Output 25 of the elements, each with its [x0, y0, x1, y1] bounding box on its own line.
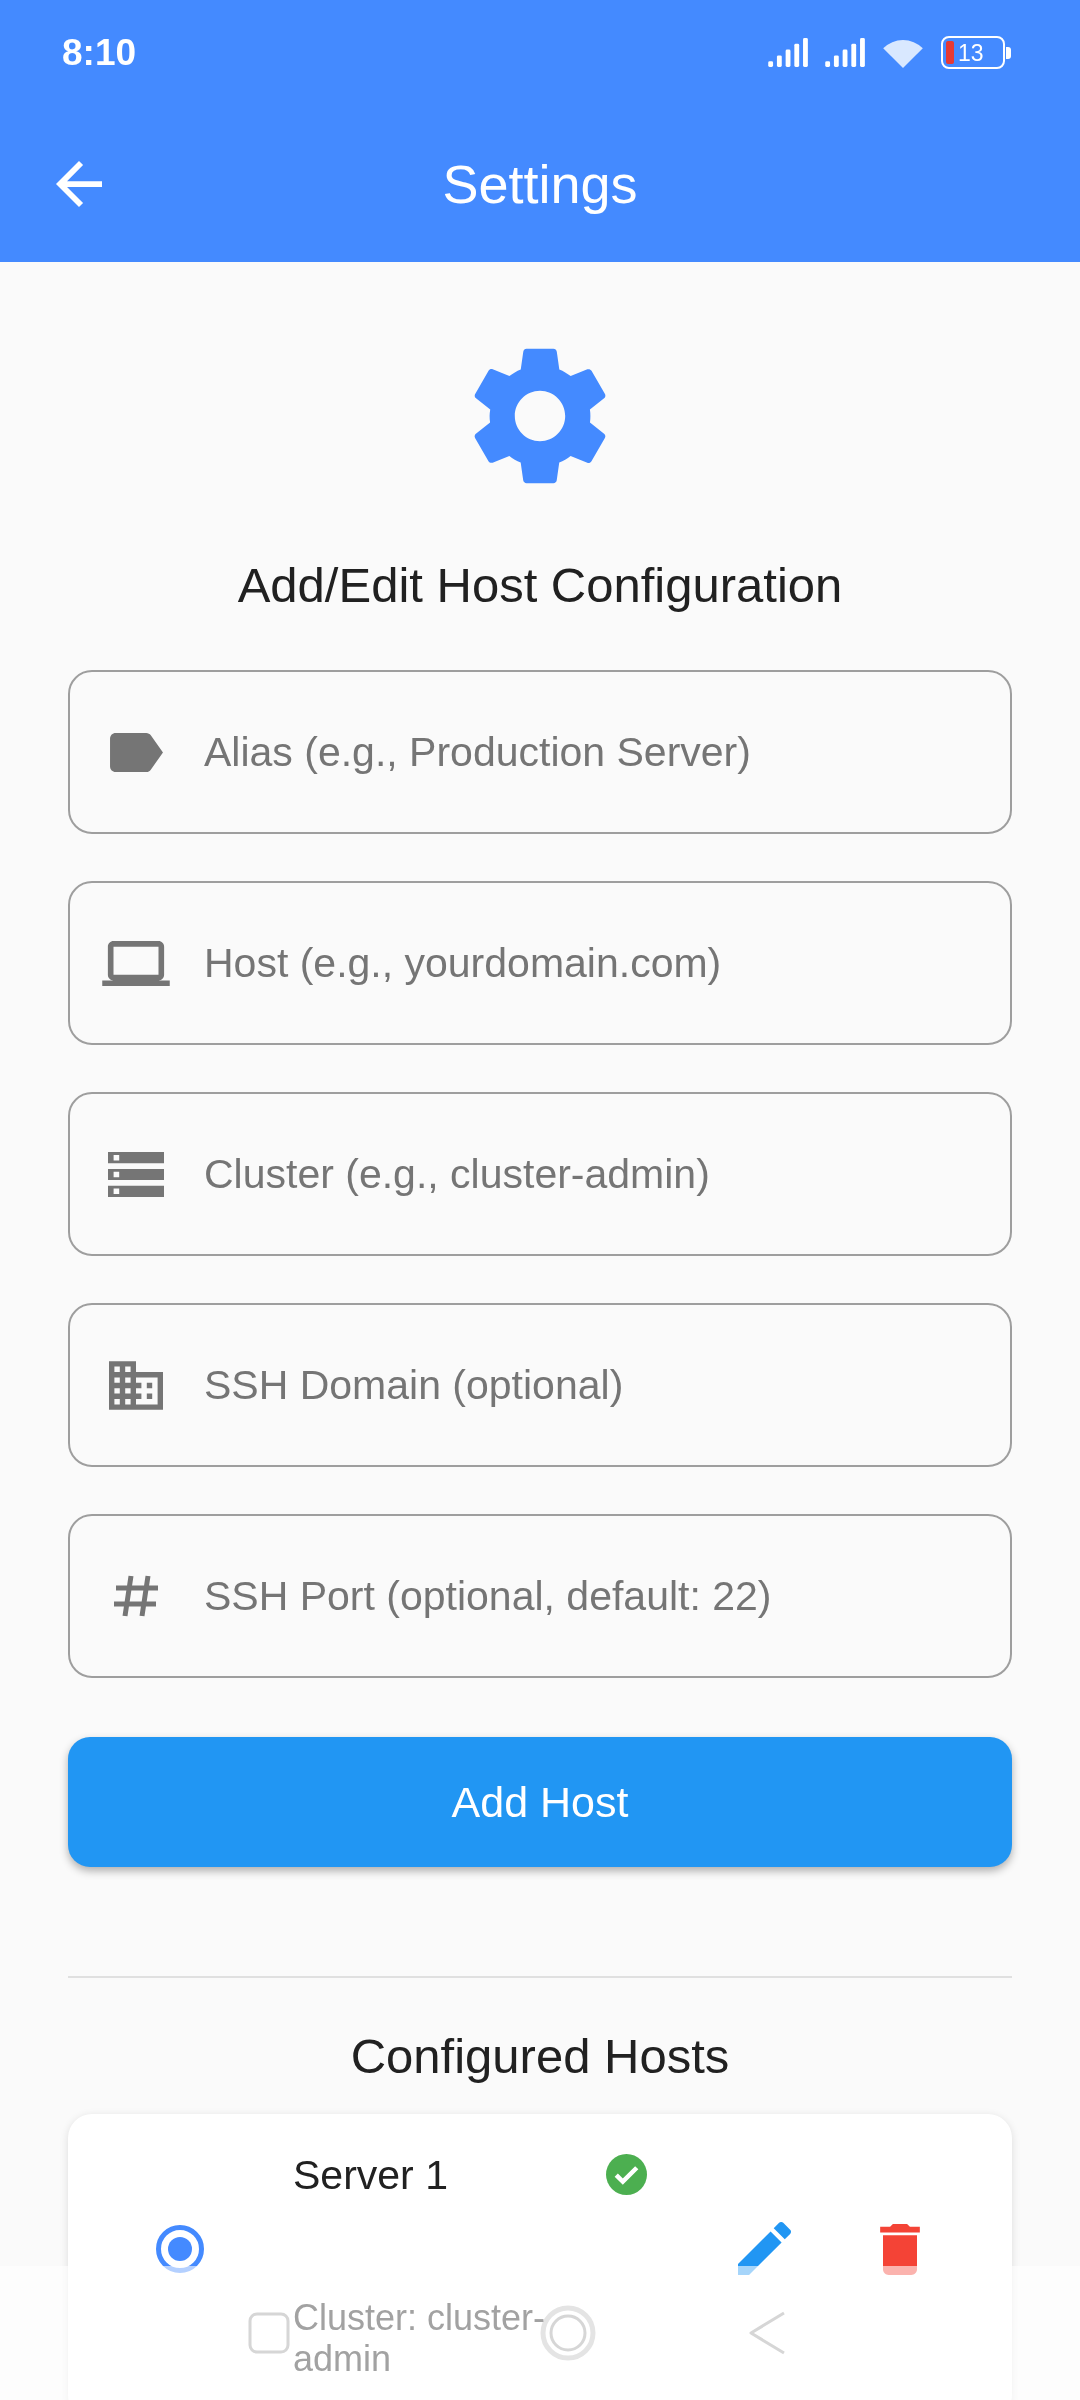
- wifi-icon: [882, 37, 924, 68]
- ssh-port-field[interactable]: SSH Port (optional, default: 22): [68, 1514, 1012, 1678]
- alias-field[interactable]: Alias (e.g., Production Server): [68, 670, 1012, 834]
- edit-icon[interactable]: [738, 2222, 791, 2275]
- back-icon[interactable]: [56, 160, 102, 207]
- host-name: Server 1: [293, 2151, 448, 2199]
- server-icon: [108, 1151, 164, 1197]
- laptop-icon: [102, 940, 170, 986]
- building-icon: [109, 1360, 163, 1410]
- delete-icon[interactable]: [880, 2224, 920, 2275]
- add-host-button[interactable]: Add Host: [68, 1737, 1012, 1867]
- screen-title: Settings: [442, 152, 638, 216]
- settings-icon: [474, 346, 606, 486]
- status-time: 8:10: [62, 30, 137, 75]
- ssh-domain-field[interactable]: SSH Domain (optional): [68, 1303, 1012, 1467]
- hash-icon: [111, 1573, 161, 1619]
- signal-icon: [825, 38, 868, 67]
- signal-icon: [768, 38, 811, 67]
- cluster-field[interactable]: Cluster (e.g., cluster-admin): [68, 1092, 1012, 1256]
- hosts-heading: Configured Hosts: [350, 2028, 730, 2085]
- tag-icon: [109, 732, 163, 772]
- host-field[interactable]: Host (e.g., yourdomain.com): [68, 881, 1012, 1045]
- host-cluster: Cluster: cluster-admin: [293, 2297, 547, 2379]
- form-heading: Add/Edit Host Configuration: [237, 557, 843, 614]
- radio-button[interactable]: [155, 2224, 205, 2274]
